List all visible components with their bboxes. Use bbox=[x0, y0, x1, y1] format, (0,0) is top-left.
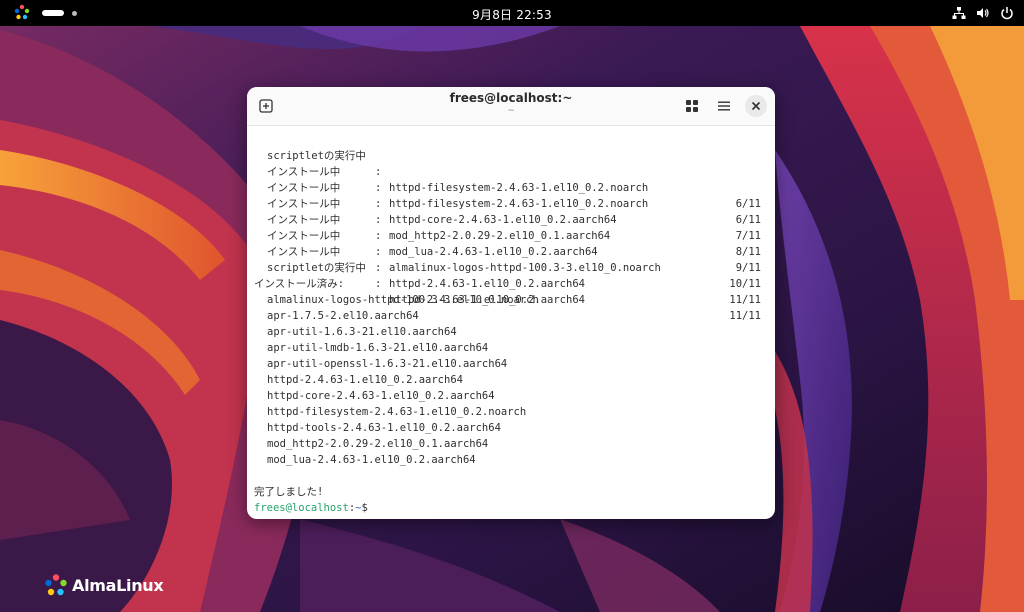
almalinux-brand: AlmaLinux bbox=[44, 572, 164, 598]
top-bar: 9月8日 22:53 bbox=[0, 0, 1024, 26]
clock-text[interactable]: 9月8日 22:53 bbox=[472, 6, 552, 23]
installed-package: almalinux-logos-httpd-100.3-3.el10_0.noa… bbox=[267, 294, 539, 306]
terminal-header-bar[interactable]: frees@localhost:~ ~ bbox=[247, 87, 775, 126]
installed-list: almalinux-logos-httpd-100.3-3.el10_0.noa… bbox=[247, 292, 775, 468]
network-icon[interactable] bbox=[952, 6, 966, 20]
desktop: 9月8日 22:53 frees@localhost:~ ~ scriptlet… bbox=[0, 0, 1024, 612]
transaction-list: scriptletの実行中 : httpd-filesystem-2.4.63-… bbox=[247, 125, 775, 322]
power-icon[interactable] bbox=[1000, 6, 1014, 20]
installed-package: apr-util-openssl-1.6.3-21.el10.aarch64 bbox=[267, 358, 508, 370]
grid-icon bbox=[686, 100, 698, 112]
installed-package: apr-util-lmdb-1.6.3-21.el10.aarch64 bbox=[267, 342, 489, 354]
installed-heading: インストール済み: bbox=[254, 278, 345, 290]
installed-package: apr-1.7.5-2.el10.aarch64 bbox=[267, 310, 419, 322]
tx-action: scriptletの実行中 bbox=[267, 262, 366, 274]
close-icon bbox=[751, 101, 761, 111]
tab-overview-button[interactable] bbox=[681, 95, 703, 117]
prompt-symbol: $ bbox=[361, 502, 368, 514]
transaction-line: インストール中 : httpd-2.4.63-1.el10_0.2.aarch6… bbox=[247, 228, 775, 306]
prompt-user-host: frees@localhost bbox=[254, 502, 349, 514]
transaction-line: インストール中 : mod_http2-2.0.29-2.el10_0.1.aa… bbox=[247, 180, 775, 258]
close-window-button[interactable] bbox=[745, 95, 767, 117]
transaction-line: インストール中 : httpd-core-2.4.63-1.el10_0.2.a… bbox=[247, 164, 775, 242]
installed-package: apr-util-1.6.3-21.el10.aarch64 bbox=[267, 326, 457, 338]
transaction-line: インストール中 : almalinux-logos-httpd-100.3-3.… bbox=[247, 212, 775, 290]
almalinux-logo-icon bbox=[45, 574, 67, 596]
clock[interactable]: 9月8日 22:53 bbox=[0, 6, 1024, 23]
shell-prompt[interactable]: frees@localhost:~$ bbox=[247, 500, 775, 516]
installed-package: httpd-filesystem-2.4.63-1.el10_0.2.noarc… bbox=[267, 406, 527, 418]
brand-name: AlmaLinux bbox=[72, 575, 164, 595]
tx-count: 9/11 bbox=[735, 262, 761, 274]
transaction-line: scriptletの実行中 : httpd-filesystem-2.4.63-… bbox=[247, 132, 775, 210]
transaction-line: インストール中 : mod_lua-2.4.63-1.el10_0.2.aarc… bbox=[247, 196, 775, 274]
completion-message: 完了しました! bbox=[254, 486, 324, 498]
main-menu-button[interactable] bbox=[713, 95, 735, 117]
installed-package: httpd-2.4.63-1.el10_0.2.aarch64 bbox=[267, 374, 463, 386]
installed-package: mod_lua-2.4.63-1.el10_0.2.aarch64 bbox=[267, 454, 476, 466]
installed-package: httpd-tools-2.4.63-1.el10_0.2.aarch64 bbox=[267, 422, 501, 434]
terminal-window[interactable]: frees@localhost:~ ~ scriptletの実行中: http… bbox=[247, 87, 775, 519]
transaction-line: インストール中 : httpd-filesystem-2.4.63-1.el10… bbox=[247, 148, 775, 226]
hamburger-menu-icon bbox=[718, 101, 730, 111]
installed-package: httpd-core-2.4.63-1.el10_0.2.aarch64 bbox=[267, 390, 495, 402]
tx-separator: : bbox=[375, 262, 382, 274]
volume-icon[interactable] bbox=[976, 6, 990, 20]
installed-package: mod_http2-2.0.29-2.el10_0.1.aarch64 bbox=[267, 438, 489, 450]
system-tray[interactable] bbox=[952, 0, 1014, 26]
terminal-output[interactable]: scriptletの実行中 : httpd-filesystem-2.4.63-… bbox=[247, 125, 775, 519]
transaction-line: scriptletの実行中 : httpd-2.4.63-1.el10_0.2.… bbox=[247, 244, 775, 322]
tx-package: almalinux-logos-httpd-100.3-3.el10_0.noa… bbox=[389, 262, 661, 274]
